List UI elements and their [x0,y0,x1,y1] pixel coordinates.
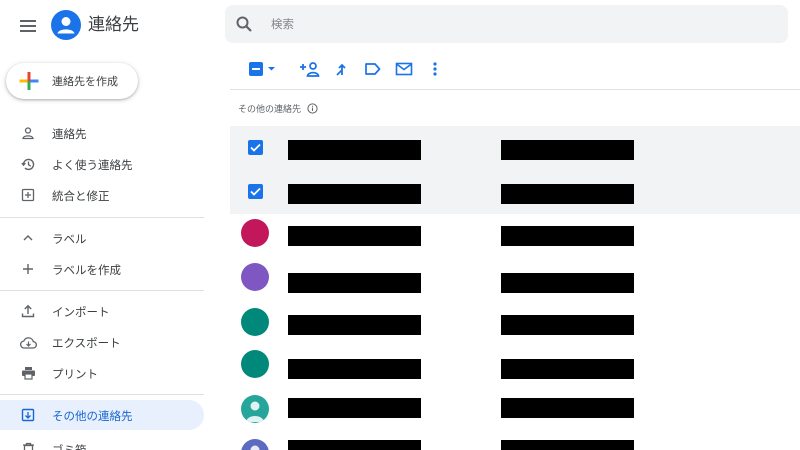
mail-icon [395,62,413,76]
redacted-name [288,226,421,246]
sidebar-item-label: ラベルを作成 [52,263,121,277]
sidebar-item-label: よく使う連絡先 [52,158,133,172]
sidebar-item-print[interactable]: プリント [0,358,204,388]
avatar[interactable] [241,395,269,423]
app-title: 連絡先 [88,15,139,35]
redacted-name [288,315,421,335]
contact-row[interactable] [230,126,800,170]
redacted-name [288,359,421,379]
search-icon[interactable] [235,15,253,33]
sidebar-item-trash[interactable]: ゴミ箱 [0,434,204,450]
more-vert-icon [433,62,437,76]
contact-row[interactable] [230,301,800,345]
search-bar[interactable] [225,5,788,43]
cloud-download-icon [19,333,37,351]
avatar[interactable] [241,263,269,291]
contact-row[interactable] [230,256,800,300]
redacted-detail [501,184,634,204]
sidebar-item-contacts[interactable]: 連絡先 [0,118,204,148]
row-checkbox[interactable] [248,184,263,199]
merge-button[interactable] [329,56,355,82]
redacted-name [288,273,421,293]
more-actions-button[interactable] [422,56,448,82]
other-contacts-icon [19,406,37,424]
sidebar-item-label: 統合と修正 [52,189,110,203]
printer-icon [19,364,37,382]
sidebar-item-frequent[interactable]: よく使う連絡先 [0,149,204,179]
send-email-button[interactable] [391,56,417,82]
avatar[interactable] [241,350,269,378]
contact-row[interactable] [230,170,800,214]
redacted-name [288,184,421,204]
main-menu-button[interactable] [14,12,42,40]
checkmark-icon [250,187,261,196]
sidebar-item-label: プリント [52,367,98,381]
row-checkbox[interactable] [248,140,263,155]
sidebar-item-other-contacts[interactable]: その他の連絡先 [0,400,204,430]
section-title: その他の連絡先 [238,105,302,115]
search-input[interactable] [271,14,671,34]
person-silhouette-icon [246,401,264,422]
create-contact-label: 連絡先を作成 [52,75,118,88]
manage-labels-button[interactable] [360,56,386,82]
label-icon [365,63,381,75]
sidebar-item-label: エクスポート [52,336,121,350]
plus-icon [19,260,37,278]
colorful-plus-icon [19,72,39,90]
sidebar-item-create-label[interactable]: ラベルを作成 [0,254,204,284]
avatar[interactable] [241,439,269,450]
hamburger-icon [20,20,36,32]
select-menu-button[interactable] [243,56,283,82]
sidebar-divider [0,217,204,218]
redacted-detail [501,226,634,246]
contact-row[interactable] [230,432,800,450]
section-header: その他の連絡先 [238,102,318,115]
redacted-detail [501,359,634,379]
sidebar-divider [0,290,204,291]
sidebar-item-merge[interactable]: 統合と修正 [0,180,204,210]
indeterminate-checkbox-icon [249,62,275,76]
sidebar-item-label: 連絡先 [52,127,87,141]
history-icon [19,155,37,173]
upload-icon [19,302,37,320]
redacted-detail [501,440,634,450]
sidebar: 連絡先 連絡先を作成 連絡先 よく使う連絡先 統合と修正 ラベル ラベルを作成 … [0,0,212,450]
sidebar-item-label: インポート [52,305,110,319]
person-icon [19,124,37,142]
sidebar-item-label: ラベル [52,232,87,246]
avatar[interactable] [241,219,269,247]
create-contact-button[interactable]: 連絡先を作成 [6,63,138,99]
redacted-detail [501,398,634,418]
redacted-detail [501,273,634,293]
merge-arrow-icon [336,63,346,76]
contact-row[interactable] [230,388,800,432]
trash-icon [19,440,37,450]
checkmark-icon [250,143,261,152]
sidebar-item-labels[interactable]: ラベル [0,223,204,253]
add-to-contacts-button[interactable] [297,56,323,82]
redacted-name [288,440,421,450]
sidebar-item-export[interactable]: エクスポート [0,327,204,357]
info-icon[interactable] [307,103,318,114]
redacted-detail [501,315,634,335]
toolbar-divider [230,89,800,90]
sidebar-item-import[interactable]: インポート [0,296,204,326]
person-add-icon [300,62,320,77]
redacted-name [288,140,421,160]
avatar[interactable] [241,308,269,336]
redacted-detail [501,140,634,160]
sidebar-divider [0,394,204,395]
redacted-name [288,398,421,418]
merge-icon [19,186,37,204]
person-silhouette-icon [250,445,260,450]
contacts-logo-icon [51,10,81,40]
sidebar-item-label: ゴミ箱 [52,443,87,450]
contact-row[interactable] [230,212,800,256]
chevron-up-icon [19,229,37,247]
contact-row[interactable] [230,343,800,387]
sidebar-item-label: その他の連絡先 [52,409,133,423]
